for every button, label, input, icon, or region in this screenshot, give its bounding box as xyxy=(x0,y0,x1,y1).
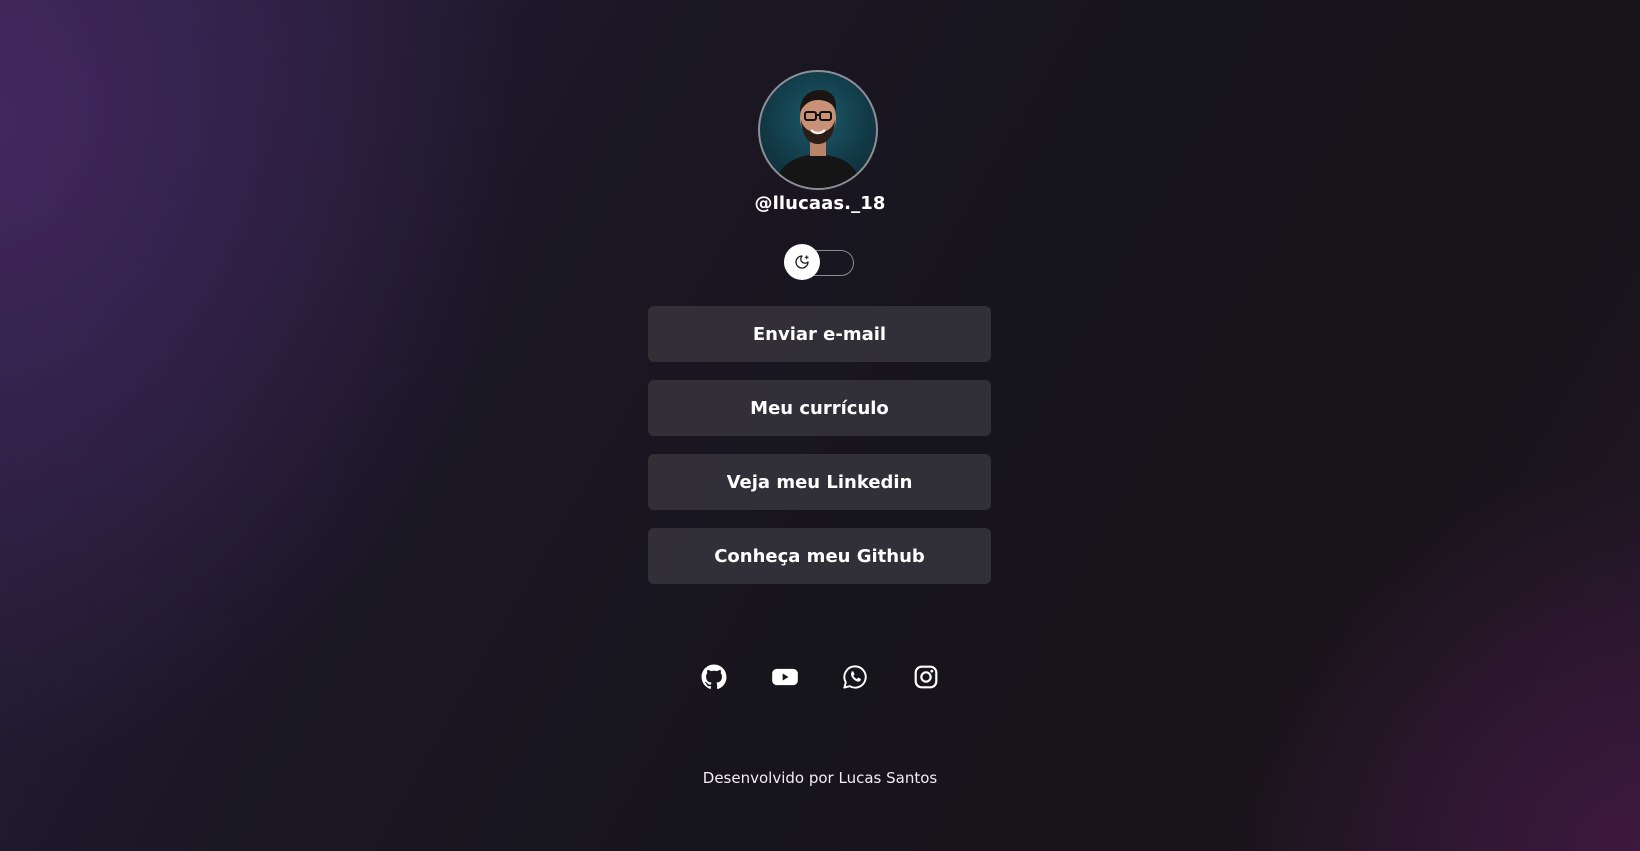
github-link[interactable] xyxy=(700,663,728,691)
resume-button[interactable]: Meu currículo xyxy=(648,380,991,436)
footer-credit: Desenvolvido por Lucas Santos xyxy=(702,769,938,787)
profile-avatar xyxy=(758,70,878,190)
social-icons xyxy=(700,663,940,691)
youtube-link[interactable] xyxy=(771,663,799,691)
page: @llucaas._18 Enviar e-mail Meu currículo… xyxy=(0,0,1640,851)
theme-toggle-knob[interactable] xyxy=(784,244,820,280)
whatsapp-icon xyxy=(843,665,867,689)
linkedin-button[interactable]: Veja meu Linkedin xyxy=(648,454,991,510)
instagram-icon xyxy=(914,665,938,689)
link-list: Enviar e-mail Meu currículo Veja meu Lin… xyxy=(648,306,991,602)
theme-toggle[interactable] xyxy=(784,244,854,280)
whatsapp-link[interactable] xyxy=(841,663,869,691)
instagram-link[interactable] xyxy=(912,663,940,691)
github-button[interactable]: Conheça meu Github xyxy=(648,528,991,584)
github-icon xyxy=(701,664,727,690)
send-email-button[interactable]: Enviar e-mail xyxy=(648,306,991,362)
avatar-photo xyxy=(774,90,862,188)
youtube-icon xyxy=(771,668,798,686)
profile-handle: @llucaas._18 xyxy=(754,193,886,214)
moon-stars-icon xyxy=(795,255,809,269)
